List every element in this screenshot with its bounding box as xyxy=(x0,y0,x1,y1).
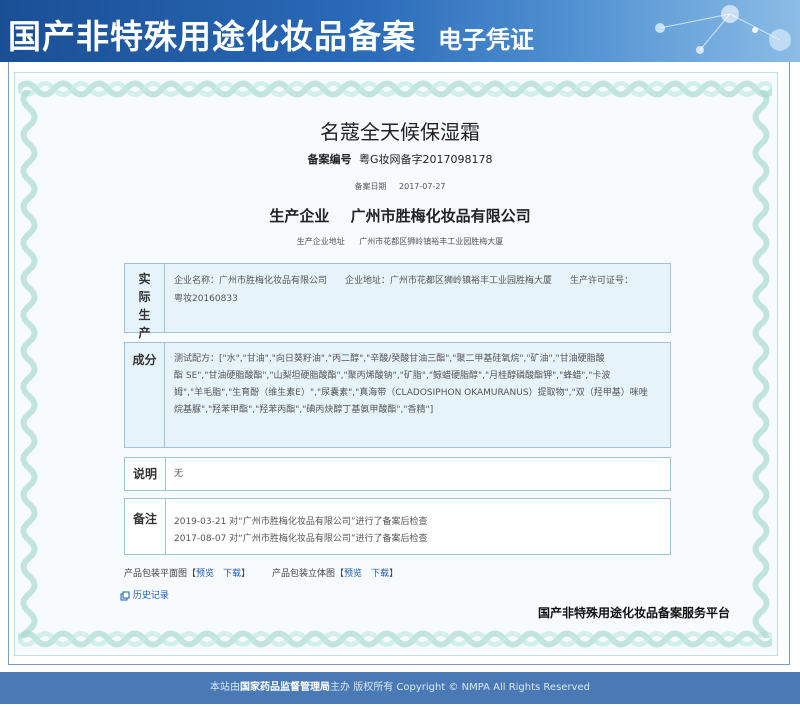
record-date: 2017-07-27 xyxy=(399,182,446,191)
producer-label: 生产企业 xyxy=(269,207,330,225)
footer-org: 国家药品监督管理局 xyxy=(240,682,331,693)
ingredients-label: 成分 xyxy=(125,343,165,447)
actual-enterprise-box: 实际生产企业 企业名称：广州市胜梅化妆品有限公司 企业地址：广州市花都区狮岭镇裕… xyxy=(124,263,671,376)
guilloche-border-bottom xyxy=(18,630,772,648)
note-box: 说明 无 xyxy=(124,457,671,491)
remark-row-1: 2019-03-21 对“广州市胜梅化妆品有限公司”进行了备案后检查 xyxy=(174,517,428,527)
address-label: 生产企业地址 xyxy=(296,237,345,246)
footer-suffix: 主办 版权所有 Copyright © NMPA All Rights Rese… xyxy=(330,682,590,693)
remarks-label: 备注 xyxy=(125,499,166,554)
producer-line: 生产企业 广州市胜梅化妆品有限公司 xyxy=(0,205,800,226)
history-record-link-row: 历史记录 xyxy=(120,588,169,601)
remarks-box: 备注 2019-03-21 对“广州市胜梅化妆品有限公司”进行了备案后检查 20… xyxy=(124,498,671,555)
ingredients-box: 成分 测试配方：["水","甘油","向日葵籽油","丙二醇","辛酸/癸酸甘油… xyxy=(124,342,671,448)
history-document-icon xyxy=(120,591,130,600)
note-value: 无 xyxy=(174,469,184,479)
flat-image-links: 产品包装平面图【预览 下载】 xyxy=(124,569,251,579)
record-date-label: 备案日期 xyxy=(354,182,387,191)
flat-download-link[interactable]: 下载 xyxy=(223,569,241,579)
producer-name: 广州市胜梅化妆品有限公司 xyxy=(350,207,531,225)
actual-enterprise-line-2: 粤妆20160833 xyxy=(174,294,238,304)
flat-image-label: 产品包装平面图 xyxy=(124,569,188,579)
record-date-line: 备案日期 2017-07-27 xyxy=(0,181,800,192)
ingredients-line-4: 烷基脲","羟苯甲酯","羟苯丙酯","碘丙炔醇丁基氨甲酸酯","香精"] xyxy=(174,405,434,415)
guilloche-border-left xyxy=(20,90,38,638)
record-number-label: 备案编号 xyxy=(307,153,352,166)
remark-row-2: 2017-08-07 对“广州市胜梅化妆品有限公司”进行了备案后检查 xyxy=(174,534,428,544)
record-number-line: 备案编号 粤G妆网备字2017098178 xyxy=(0,151,800,167)
footer-prefix: 本站由 xyxy=(210,682,241,693)
note-label: 说明 xyxy=(125,458,166,490)
platform-name: 国产非特殊用途化妆品备案服务平台 xyxy=(538,606,731,620)
actual-enterprise-line-1: 企业名称：广州市胜梅化妆品有限公司 企业地址：广州市花都区狮岭镇裕丰工业园胜梅大… xyxy=(174,276,634,286)
box-image-links: 产品包装立体图【预览 下载】 xyxy=(272,569,399,579)
header-banner: 国产非特殊用途化妆品备案 电子凭证 xyxy=(0,0,800,62)
ingredients-line-3: 姆","羊毛脂","生育酚（维生素E）","尿囊素","真海带（CLADOSIP… xyxy=(174,388,648,398)
molecule-decoration-icon xyxy=(655,5,791,54)
box-download-link[interactable]: 下载 xyxy=(371,569,389,579)
ingredients-line-2: 酯 SE","甘油硬脂酸酯","山梨坦硬脂酸酯","聚丙烯酸钠","矿脂","鲸… xyxy=(174,371,611,381)
producer-address: 广州市花都区狮岭镇裕丰工业园胜梅大厦 xyxy=(359,237,504,246)
box-image-label: 产品包装立体图 xyxy=(272,569,336,579)
guilloche-border-top xyxy=(18,80,772,98)
address-line: 生产企业地址 广州市花都区狮岭镇裕丰工业园胜梅大厦 xyxy=(0,236,800,247)
product-name: 名蔻全天候保湿霜 xyxy=(320,120,480,144)
flat-preview-link[interactable]: 预览 xyxy=(196,569,214,579)
site-footer: 本站由国家药品监督管理局主办 版权所有 Copyright © NMPA All… xyxy=(0,672,800,704)
actual-enterprise-label: 实际生产企业 xyxy=(125,264,165,376)
ingredients-line-1: 测试配方：["水","甘油","向日葵籽油","丙二醇","辛酸/癸酸甘油三酯"… xyxy=(174,354,605,364)
banner-title: 国产非特殊用途化妆品备案 xyxy=(8,17,416,56)
box-preview-link[interactable]: 预览 xyxy=(344,569,362,579)
guilloche-border-right xyxy=(752,90,770,638)
history-record-link[interactable]: 历史记录 xyxy=(133,591,169,601)
record-number: 粤G妆网备字2017098178 xyxy=(358,153,493,166)
